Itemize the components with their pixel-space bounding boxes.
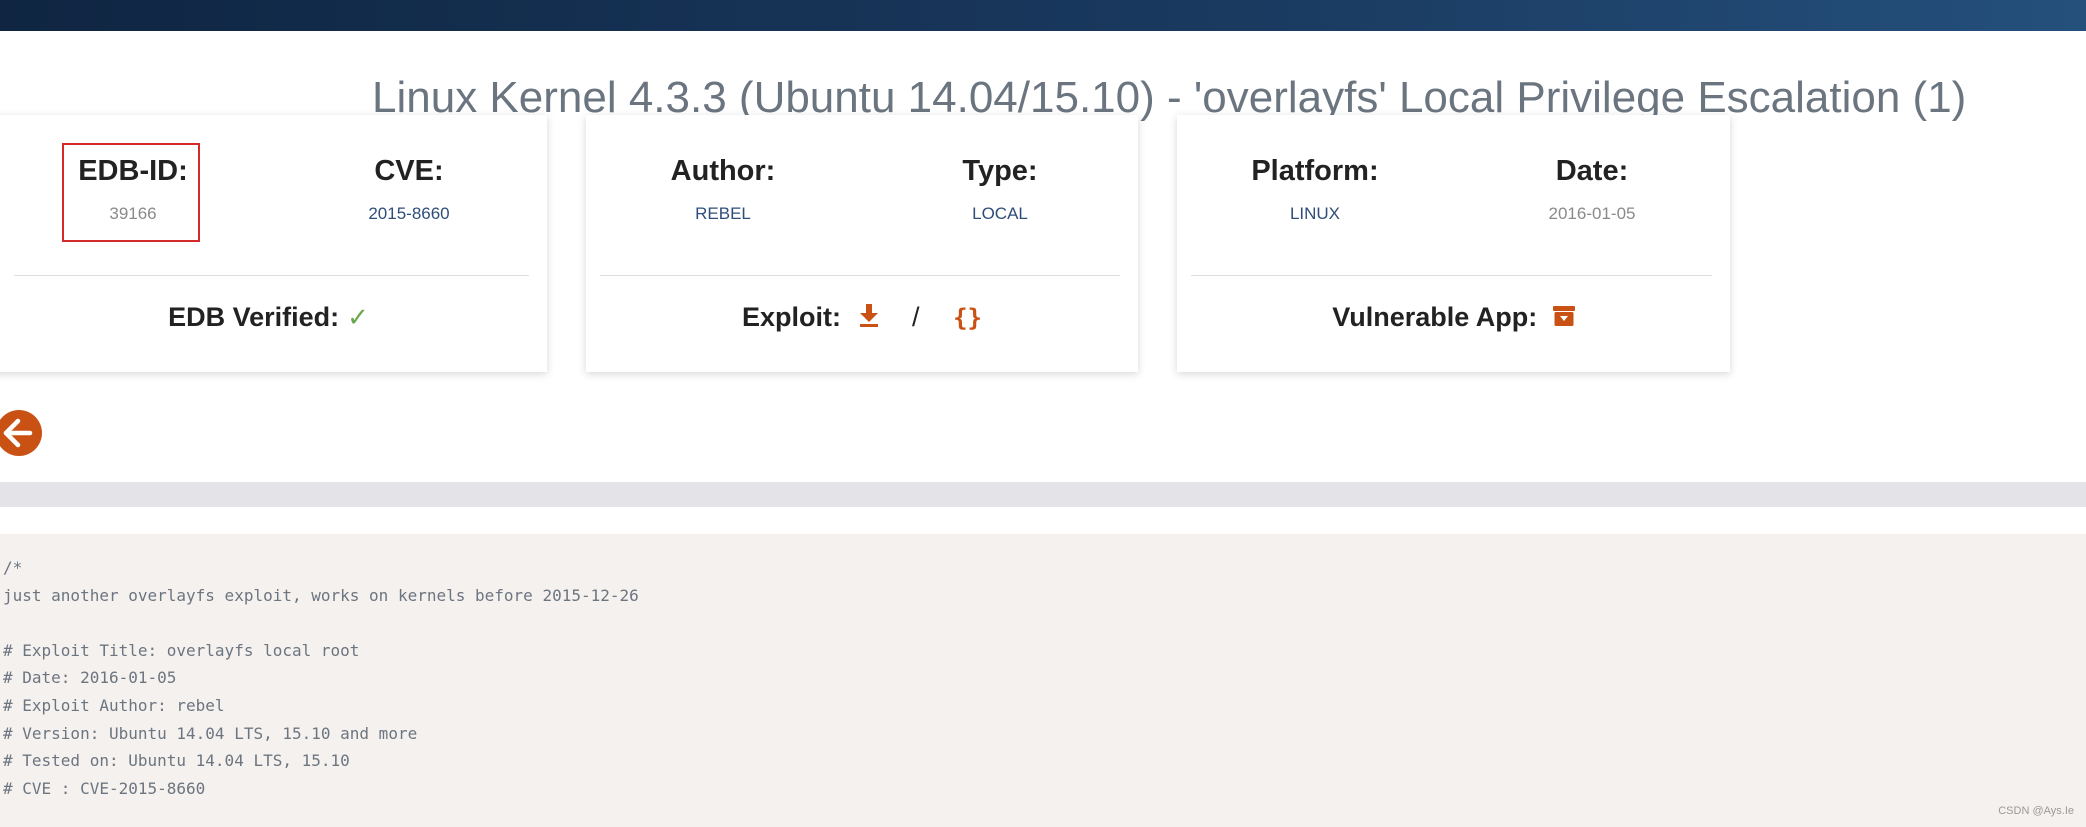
exploit-code-text: /* just another overlayfs exploit, works… <box>3 558 639 798</box>
edb-id-highlight-box <box>62 143 200 242</box>
author-label: Author: <box>670 155 776 187</box>
arrow-left-icon <box>3 418 33 448</box>
exploit-label: Exploit: <box>742 302 842 332</box>
exploit-separator: / <box>912 302 920 332</box>
date-label: Date: <box>1555 155 1629 187</box>
download-icon[interactable] <box>859 303 879 334</box>
section-separator-band <box>0 482 2086 507</box>
card-author-type: Author: REBEL Type: LOCAL Exploit: / {} <box>586 115 1138 372</box>
type-field: Type: LOCAL <box>900 155 1100 224</box>
vulnerable-app-label: Vulnerable App: <box>1332 302 1538 332</box>
back-button[interactable] <box>0 410 42 456</box>
edb-verified: EDB Verified: ✓ <box>0 302 547 333</box>
type-label: Type: <box>962 155 1038 187</box>
divider <box>14 275 529 276</box>
platform-field: Platform: LINUX <box>1215 155 1415 224</box>
platform-link[interactable]: LINUX <box>1215 204 1415 224</box>
author-field: Author: REBEL <box>623 155 823 224</box>
exploit-code-block: /* just another overlayfs exploit, works… <box>0 534 2086 827</box>
exploit-row: Exploit: / {} <box>586 302 1138 334</box>
date-field: Date: 2016-01-05 <box>1492 155 1692 224</box>
type-link[interactable]: LOCAL <box>900 204 1100 224</box>
cve-link[interactable]: 2015-8660 <box>309 204 509 224</box>
code-braces-icon[interactable]: {} <box>953 304 982 332</box>
divider <box>600 275 1120 276</box>
archive-download-icon[interactable] <box>1552 303 1575 334</box>
cve-field: CVE: 2015-8660 <box>309 155 509 224</box>
watermark: CSDN @Ays.Ie <box>1998 805 2074 817</box>
edb-verified-label: EDB Verified: <box>168 302 340 332</box>
platform-label: Platform: <box>1251 155 1379 187</box>
card-platform-date: Platform: LINUX Date: 2016-01-05 Vulnera… <box>1177 115 1730 372</box>
date-value: 2016-01-05 <box>1548 204 1636 223</box>
top-header-bar <box>0 0 2086 31</box>
check-icon: ✓ <box>347 302 369 332</box>
cve-label: CVE: <box>374 155 444 187</box>
vulnerable-app-row: Vulnerable App: <box>1177 302 1730 334</box>
author-link[interactable]: REBEL <box>623 204 823 224</box>
divider <box>1191 275 1712 276</box>
